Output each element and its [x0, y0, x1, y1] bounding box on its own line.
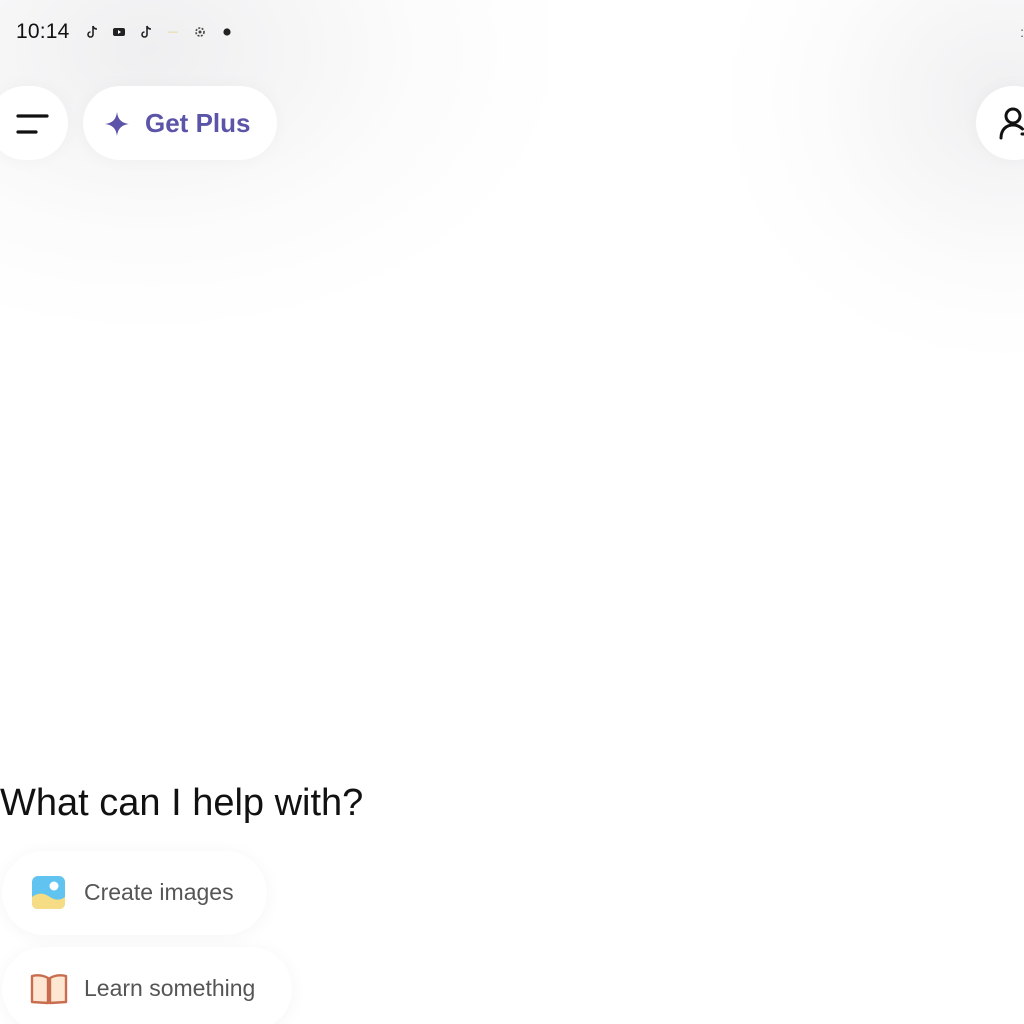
status-edge-indicator: :	[1020, 24, 1024, 40]
book-icon	[30, 974, 68, 1005]
sparkle-icon	[105, 112, 129, 136]
status-bar: 10:14 :	[0, 0, 1024, 64]
get-plus-label: Get Plus	[145, 108, 251, 138]
notification-icons	[84, 22, 235, 42]
prompt-heading: What can I help with?	[0, 782, 364, 824]
menu-button[interactable]	[0, 86, 68, 160]
learn-something-label: Learn something	[84, 975, 256, 1001]
image-icon	[32, 876, 65, 909]
create-images-suggestion[interactable]: Create images	[2, 851, 267, 935]
settings-icon	[195, 27, 205, 37]
youtube-icon	[113, 28, 125, 36]
menu-icon	[16, 114, 49, 134]
dash-icon	[168, 31, 178, 33]
learn-something-suggestion[interactable]: Learn something	[2, 947, 292, 1024]
tiktok-icon	[87, 25, 98, 38]
tiktok-icon	[141, 25, 152, 38]
dot-icon	[223, 28, 231, 36]
app-screen: 10:14 : Get Plus What can I help with? C…	[0, 0, 1024, 1024]
get-plus-button[interactable]: Get Plus	[83, 86, 277, 160]
add-person-icon	[999, 107, 1024, 140]
status-time: 10:14	[16, 20, 70, 43]
create-images-label: Create images	[84, 879, 234, 905]
add-person-button[interactable]	[976, 86, 1024, 160]
